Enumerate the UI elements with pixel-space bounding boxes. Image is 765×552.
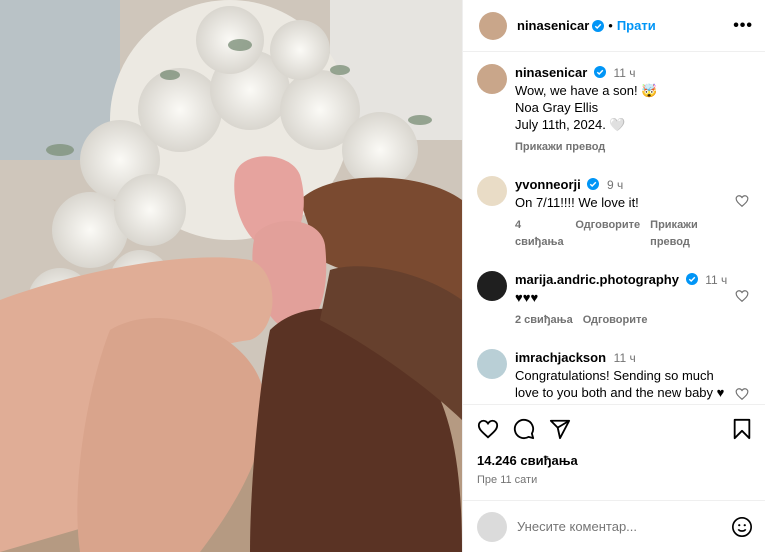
comment-row: marija.andric.photography 11 ч ♥♥♥ 2 сви…: [477, 271, 753, 329]
commenter-avatar[interactable]: [477, 271, 507, 301]
caption-row: ninasenicar 11 ч Wow, we have a son! 🤯 N…: [477, 64, 753, 156]
commenter-avatar[interactable]: [477, 349, 507, 379]
caption-line-1: Wow, we have a son! 🤯: [515, 83, 658, 98]
like-icon[interactable]: [735, 289, 749, 303]
post-side-panel: ninasenicar • Прати ••• ninasenicar 11 ч…: [462, 0, 765, 552]
comment-text: On 7/11!!!! We love it!: [515, 195, 639, 210]
like-icon[interactable]: [477, 418, 499, 440]
likes-count[interactable]: 14.246 свиђања: [477, 453, 753, 468]
separator-dot: •: [608, 18, 613, 33]
comment-time: 11 ч: [705, 273, 728, 287]
post-dialog: ninasenicar • Прати ••• ninasenicar 11 ч…: [0, 0, 765, 552]
emoji-icon[interactable]: [731, 516, 753, 538]
author-avatar[interactable]: [479, 11, 507, 40]
comment-likes[interactable]: 2 свиђања: [515, 312, 573, 329]
author-username[interactable]: ninasenicar: [517, 18, 589, 33]
comment-text: ♥♥♥: [515, 290, 539, 305]
author-avatar[interactable]: [477, 64, 507, 94]
comments-list[interactable]: ninasenicar 11 ч Wow, we have a son! 🤯 N…: [463, 52, 765, 404]
more-icon[interactable]: •••: [733, 17, 753, 35]
comment-row: imrachjackson 11 ч Congratulations! Send…: [477, 349, 753, 404]
caption-line-3: July 11th, 2024. 🤍: [515, 117, 626, 132]
comment-time: 9 ч: [607, 178, 624, 192]
post-header: ninasenicar • Прати •••: [463, 0, 765, 52]
caption-username[interactable]: ninasenicar: [515, 65, 587, 80]
comment-composer: [463, 500, 765, 552]
save-icon[interactable]: [731, 418, 753, 440]
comment-likes[interactable]: 4 свиђања: [515, 217, 565, 251]
like-icon[interactable]: [735, 194, 749, 208]
caption-time: 11 ч: [613, 66, 636, 80]
verified-badge-icon: [587, 178, 600, 190]
baby-feet-photo: [0, 0, 462, 552]
comment-time: 11 ч: [613, 351, 636, 365]
like-icon[interactable]: [735, 387, 749, 401]
comment-username[interactable]: yvonneorji: [515, 177, 581, 192]
comment-username[interactable]: marija.andric.photography: [515, 272, 679, 287]
commenter-avatar[interactable]: [477, 176, 507, 206]
current-user-avatar: [477, 511, 507, 542]
reply-link[interactable]: Одговорите: [583, 312, 648, 329]
verified-badge-icon: [593, 66, 606, 78]
translate-link[interactable]: Прикажи превод: [515, 139, 605, 156]
reply-link[interactable]: Одговорите: [575, 217, 640, 251]
comment-icon[interactable]: [513, 418, 535, 440]
follow-button[interactable]: Прати: [617, 18, 656, 33]
share-icon[interactable]: [549, 418, 571, 440]
comment-row: yvonneorji 9 ч On 7/11!!!! We love it! 4…: [477, 176, 753, 251]
comment-input[interactable]: [517, 519, 731, 534]
comment-text: Congratulations! Sending so much love to…: [515, 368, 725, 404]
posted-time: Пре 11 сати: [477, 474, 538, 486]
post-actions: 14.246 свиђања Пре 11 сати: [463, 404, 765, 486]
comment-username[interactable]: imrachjackson: [515, 350, 606, 365]
translate-link[interactable]: Прикажи превод: [650, 217, 729, 251]
verified-badge-icon: [685, 273, 698, 285]
caption-line-2: Noa Gray Ellis: [515, 100, 599, 115]
post-photo[interactable]: [0, 0, 462, 552]
verified-badge-icon: [592, 19, 605, 32]
